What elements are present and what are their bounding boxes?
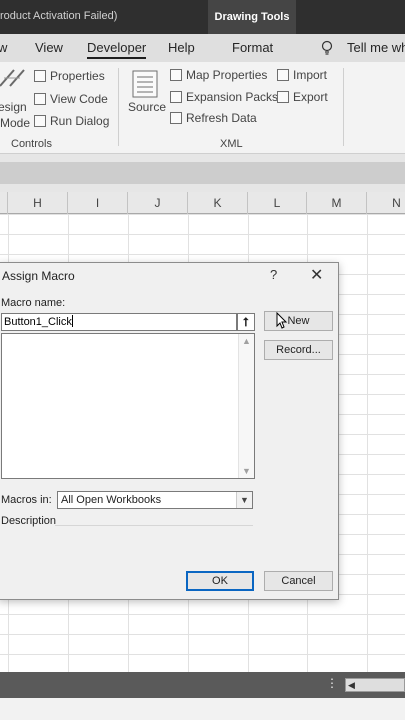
expansion-packs-icon xyxy=(170,91,182,103)
view-code-label: View Code xyxy=(50,92,108,106)
lightbulb-icon[interactable] xyxy=(320,40,334,56)
help-icon[interactable]: ? xyxy=(270,267,277,282)
ok-button[interactable]: OK xyxy=(186,571,254,591)
properties-icon xyxy=(34,70,46,82)
map-properties-button[interactable]: Map Properties xyxy=(170,68,267,82)
properties-label: Properties xyxy=(50,69,105,83)
title-bar: roduct Activation Failed) Drawing Tools xyxy=(0,0,405,34)
macros-in-value: All Open Workbooks xyxy=(61,494,162,506)
formula-area xyxy=(0,154,405,192)
refresh-data-icon xyxy=(170,112,182,124)
macro-list-scrollbar[interactable]: ▲ ▼ xyxy=(238,334,254,478)
source-label[interactable]: Source xyxy=(128,100,166,114)
view-code-button[interactable]: View Code xyxy=(34,92,108,106)
design-mode-icon[interactable] xyxy=(0,66,26,88)
map-properties-icon xyxy=(170,69,182,81)
tab-tell-me[interactable]: Tell me wh xyxy=(347,40,405,55)
run-dialog-icon xyxy=(34,115,46,127)
tab-help[interactable]: Help xyxy=(168,40,195,55)
export-icon xyxy=(277,91,289,103)
record-button[interactable]: Record... xyxy=(264,340,333,360)
formula-bar[interactable] xyxy=(0,162,405,184)
cancel-button[interactable]: Cancel xyxy=(264,571,333,591)
map-properties-label: Map Properties xyxy=(186,68,268,82)
macro-name-value: Button1_Click xyxy=(4,316,72,328)
column-header[interactable]: H xyxy=(8,192,68,214)
macro-name-label: Macro name: xyxy=(1,297,66,309)
xml-group-label: XML xyxy=(220,138,243,150)
text-caret xyxy=(71,315,73,327)
import-icon xyxy=(277,69,289,81)
column-header[interactable]: N xyxy=(367,192,405,214)
grid-line xyxy=(367,214,368,672)
more-options-icon[interactable]: ⋮ xyxy=(326,676,338,690)
scroll-left-icon[interactable]: ◀ xyxy=(348,679,355,691)
design-mode-label-1[interactable]: esign xyxy=(0,100,27,114)
ribbon-tabs: w View Developer Help Format Tell me wh xyxy=(0,34,405,62)
sheet-tabs-strip: ⋮ ◀ xyxy=(0,672,405,698)
window-title: roduct Activation Failed) xyxy=(0,10,118,22)
column-header[interactable]: I xyxy=(68,192,128,214)
run-dialog-button[interactable]: Run Dialog xyxy=(34,114,109,128)
new-button[interactable]: New xyxy=(264,311,333,331)
import-label: Import xyxy=(293,68,328,82)
scroll-down-icon[interactable]: ▼ xyxy=(242,466,251,476)
column-header[interactable]: L xyxy=(248,192,307,214)
tab-review[interactable]: w xyxy=(0,40,7,55)
column-header[interactable]: M xyxy=(307,192,367,214)
group-divider xyxy=(118,68,119,146)
run-dialog-label: Run Dialog xyxy=(50,114,110,128)
macros-in-label: Macros in: xyxy=(1,494,52,506)
export-button[interactable]: Export xyxy=(277,90,328,104)
description-label: Description xyxy=(1,515,57,527)
up-arrow-icon: ⭡ xyxy=(243,315,249,329)
design-mode-label-2[interactable]: Mode xyxy=(0,116,30,130)
import-button[interactable]: Import xyxy=(277,68,327,82)
column-header-g[interactable] xyxy=(0,192,8,214)
refresh-data-button[interactable]: Refresh Data xyxy=(170,111,257,125)
sheet-tab-bar: ⋮ ◀ xyxy=(0,672,405,720)
drawing-tools-context-tab[interactable]: Drawing Tools xyxy=(208,0,296,34)
macro-list[interactable]: ▲ ▼ xyxy=(1,333,255,479)
refresh-data-label: Refresh Data xyxy=(186,111,257,125)
export-label: Export xyxy=(293,90,328,104)
horizontal-scrollbar[interactable]: ◀ xyxy=(345,678,405,692)
tab-format[interactable]: Format xyxy=(232,40,273,55)
properties-button[interactable]: Properties xyxy=(34,69,105,83)
ribbon: esign Mode Properties View Code Run Dial… xyxy=(0,62,405,154)
assign-macro-dialog: Assign Macro ? ✕ Macro name: Button1_Cli… xyxy=(0,262,339,600)
collapse-dialog-button[interactable]: ⭡ xyxy=(237,313,255,331)
dialog-title: Assign Macro xyxy=(2,269,75,283)
mouse-cursor-icon xyxy=(276,312,288,329)
expansion-packs-label: Expansion Packs xyxy=(186,90,279,104)
view-code-icon xyxy=(34,93,46,105)
column-header[interactable]: J xyxy=(128,192,188,214)
description-divider xyxy=(55,525,253,526)
tab-developer[interactable]: Developer xyxy=(87,40,147,59)
status-bar xyxy=(0,698,405,720)
source-icon[interactable] xyxy=(132,70,158,98)
expansion-packs-button[interactable]: Expansion Packs xyxy=(170,90,278,104)
excel-window: roduct Activation Failed) Drawing Tools … xyxy=(0,0,405,720)
tab-view[interactable]: View xyxy=(35,40,63,55)
scroll-up-icon[interactable]: ▲ xyxy=(242,336,251,346)
macros-in-select[interactable]: All Open Workbooks ▼ xyxy=(57,491,253,509)
column-headers: H I J K L M N xyxy=(0,192,405,214)
group-divider xyxy=(343,68,344,146)
close-icon[interactable]: ✕ xyxy=(310,265,323,285)
chevron-down-icon[interactable]: ▼ xyxy=(236,492,252,508)
macro-name-input[interactable]: Button1_Click xyxy=(1,313,237,331)
controls-group-label: Controls xyxy=(11,138,52,150)
column-header[interactable]: K xyxy=(188,192,248,214)
